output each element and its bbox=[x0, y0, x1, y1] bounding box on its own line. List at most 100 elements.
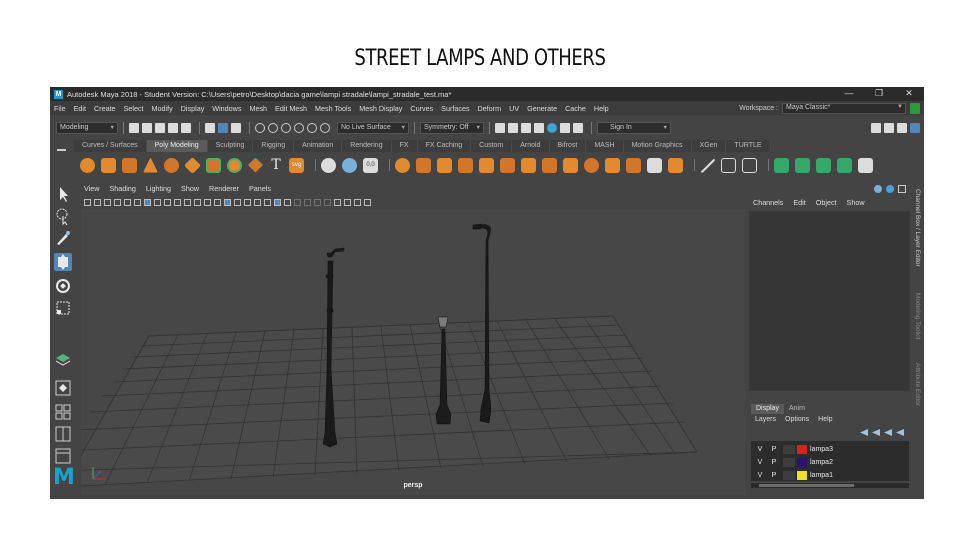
textured-icon[interactable] bbox=[244, 198, 251, 206]
layer-color-swatch[interactable] bbox=[797, 457, 807, 467]
paint-select-tool-icon[interactable] bbox=[54, 229, 72, 247]
menu-deform[interactable]: Deform bbox=[478, 104, 502, 113]
mirror-icon[interactable] bbox=[647, 157, 662, 173]
spherical-uv-icon[interactable] bbox=[816, 157, 831, 173]
layer-display-type[interactable] bbox=[783, 444, 795, 454]
channel-menu-show[interactable]: Show bbox=[847, 198, 865, 207]
move-tool-icon[interactable] bbox=[54, 253, 72, 271]
poly-cylinder-icon[interactable] bbox=[122, 157, 137, 173]
menu-cache[interactable]: Cache bbox=[565, 104, 586, 113]
shelf-tab-bifrost[interactable]: Bifrost bbox=[549, 140, 587, 152]
motion-blur-icon[interactable] bbox=[304, 198, 311, 206]
camera-icon[interactable] bbox=[84, 198, 91, 206]
scrollbar-thumb[interactable] bbox=[759, 484, 854, 487]
extrude-icon[interactable] bbox=[395, 157, 410, 173]
layer-menu-help[interactable]: Help bbox=[818, 416, 832, 423]
channel-menu-channels[interactable]: Channels bbox=[753, 198, 783, 207]
menu-help[interactable]: Help bbox=[594, 104, 609, 113]
smooth-shade-icon[interactable] bbox=[224, 198, 231, 206]
snap-grid-icon[interactable] bbox=[255, 123, 265, 133]
layer-menu-options[interactable]: Options bbox=[785, 416, 809, 423]
xray-icon[interactable] bbox=[274, 198, 281, 206]
poly-plane-icon[interactable] bbox=[184, 156, 201, 174]
layer-scrollbar[interactable] bbox=[751, 483, 909, 488]
shelf-tab-animation[interactable]: Animation bbox=[294, 140, 343, 152]
menu-edit[interactable]: Edit bbox=[74, 104, 86, 113]
close-button[interactable]: ✕ bbox=[894, 88, 924, 99]
pause-icon[interactable] bbox=[573, 123, 583, 133]
rotate-tool-icon[interactable] bbox=[54, 277, 72, 295]
offset-loop-icon[interactable] bbox=[500, 157, 515, 173]
layer-color-swatch[interactable] bbox=[797, 470, 807, 480]
new-layer-icon[interactable] bbox=[884, 429, 892, 436]
depth-of-field-icon[interactable] bbox=[324, 198, 331, 206]
channel-box-toggle-icon[interactable] bbox=[910, 123, 920, 133]
smooth-icon[interactable] bbox=[248, 157, 263, 173]
shelf-tab-sculpting[interactable]: Sculpting bbox=[207, 140, 254, 152]
render-icon[interactable] bbox=[495, 123, 505, 133]
menu-mesh[interactable]: Mesh bbox=[249, 104, 267, 113]
bridge-icon[interactable] bbox=[416, 157, 431, 173]
camera-based-uv-icon[interactable] bbox=[721, 157, 736, 173]
channel-box-area[interactable] bbox=[749, 211, 910, 391]
2d-pan-zoom-icon[interactable] bbox=[124, 198, 131, 206]
pin-icon[interactable] bbox=[898, 185, 906, 193]
hypershade-icon[interactable] bbox=[534, 123, 544, 133]
planar-uv-icon[interactable] bbox=[742, 157, 757, 173]
poly-cone-icon[interactable] bbox=[143, 157, 158, 173]
viewport-menu-view[interactable]: View bbox=[84, 184, 99, 193]
menu-generate[interactable]: Generate bbox=[527, 104, 557, 113]
isolate-select-icon[interactable] bbox=[334, 198, 341, 206]
menu-windows[interactable]: Windows bbox=[212, 104, 241, 113]
settings-icon[interactable] bbox=[886, 185, 894, 193]
single-perspective-layout-icon[interactable] bbox=[54, 379, 72, 397]
menu-mesh-tools[interactable]: Mesh Tools bbox=[315, 104, 351, 113]
layer-visibility-toggle[interactable]: V bbox=[755, 446, 765, 453]
quadrangulate-icon[interactable] bbox=[626, 157, 641, 173]
svg-tool-icon[interactable]: svg bbox=[289, 157, 304, 173]
channel-menu-object[interactable]: Object bbox=[816, 198, 837, 207]
maximize-button[interactable]: ❐ bbox=[864, 88, 894, 99]
wireframe-on-shaded-icon[interactable] bbox=[234, 198, 241, 206]
four-view-layout-icon[interactable] bbox=[54, 403, 72, 421]
select-tool-icon[interactable] bbox=[54, 185, 72, 203]
color-management-icon[interactable] bbox=[364, 198, 371, 206]
menu-surfaces[interactable]: Surfaces bbox=[441, 104, 469, 113]
viewport-menu-panels[interactable]: Panels bbox=[249, 184, 271, 193]
layers-icon[interactable] bbox=[54, 351, 72, 369]
layer-playback-toggle[interactable]: P bbox=[769, 446, 779, 453]
layer-name[interactable]: lampa1 bbox=[810, 472, 833, 479]
field-chart-icon[interactable] bbox=[184, 198, 191, 206]
gamma-icon[interactable] bbox=[354, 198, 361, 206]
film-gate-icon[interactable] bbox=[154, 198, 161, 206]
layer-display-type[interactable] bbox=[783, 457, 795, 467]
menu-create[interactable]: Create bbox=[94, 104, 116, 113]
layer-tab-display[interactable]: Display bbox=[751, 404, 784, 414]
xray-joints-icon[interactable] bbox=[284, 198, 291, 206]
render-settings-icon[interactable] bbox=[521, 123, 531, 133]
ambient-occlusion-icon[interactable] bbox=[294, 198, 301, 206]
fill-hole-icon[interactable] bbox=[584, 157, 599, 173]
cylindrical-uv-icon[interactable] bbox=[795, 157, 810, 173]
automatic-uv-icon[interactable] bbox=[774, 157, 789, 173]
side-by-side-layout-icon[interactable] bbox=[54, 425, 72, 443]
minimize-button[interactable]: — bbox=[834, 88, 864, 99]
uv-icon[interactable] bbox=[342, 157, 357, 173]
menu-edit-mesh[interactable]: Edit Mesh bbox=[275, 104, 307, 113]
shelf-tab-mash[interactable]: MASH bbox=[586, 140, 624, 152]
sign-in-dropdown[interactable]: Sign In bbox=[597, 122, 671, 134]
bevel-edge-icon[interactable] bbox=[437, 157, 452, 173]
move-layer-up-icon[interactable] bbox=[860, 429, 868, 436]
shelf-tab-custom[interactable]: Custom bbox=[471, 140, 513, 152]
shelf-tab-poly-modeling[interactable]: Poly Modeling bbox=[146, 140, 208, 152]
exposure-icon[interactable] bbox=[344, 198, 351, 206]
modeling-toolkit-icon[interactable] bbox=[871, 123, 881, 133]
channel-box-icon[interactable] bbox=[874, 185, 882, 193]
viewport-menu-lighting[interactable]: Lighting bbox=[146, 184, 171, 193]
safe-action-icon[interactable] bbox=[194, 198, 201, 206]
layer-row-lampa2[interactable]: V P lampa2 bbox=[751, 456, 909, 468]
layer-playback-toggle[interactable]: P bbox=[769, 472, 779, 479]
insert-loop-icon[interactable] bbox=[458, 157, 473, 173]
uv-editor-icon[interactable] bbox=[700, 157, 715, 173]
poly-cube-icon[interactable] bbox=[101, 157, 116, 173]
